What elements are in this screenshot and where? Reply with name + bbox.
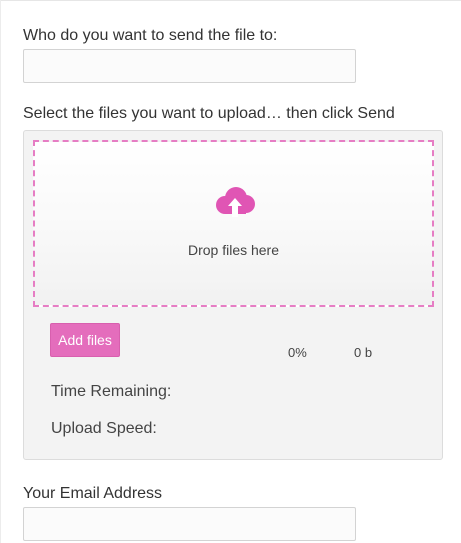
- frame-left-border: [0, 0, 1, 543]
- add-files-button[interactable]: Add files: [50, 323, 120, 357]
- recipient-input[interactable]: [23, 49, 356, 83]
- dropzone-text: Drop files here: [187, 242, 280, 258]
- upload-speed-label: Upload Speed:: [51, 420, 157, 437]
- progress-percent: 0%: [288, 345, 307, 360]
- upload-instruction: Select the files you want to upload… the…: [23, 105, 395, 122]
- transferred-size: 0 b: [354, 345, 373, 360]
- file-dropzone[interactable]: Drop files here: [33, 140, 434, 307]
- sender-email-label: Your Email Address: [23, 485, 163, 502]
- cloud-upload-icon: [216, 187, 255, 217]
- upload-panel: Drop files here Add files 0% 0 b Time Re…: [23, 130, 443, 460]
- time-remaining-label: Time Remaining:: [51, 383, 172, 400]
- frame-top-border: [0, 0, 461, 1]
- sender-email-input[interactable]: [23, 507, 356, 541]
- recipient-label: Who do you want to send the file to:: [23, 27, 278, 44]
